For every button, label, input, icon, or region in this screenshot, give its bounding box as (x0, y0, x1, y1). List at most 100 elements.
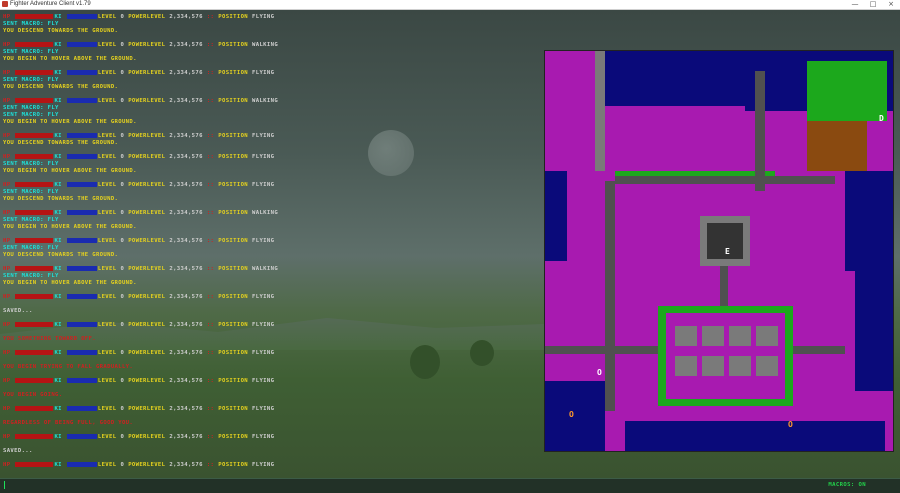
level-label: LEVEL (97, 378, 117, 384)
powerlevel-value: 2,334,576 (169, 238, 203, 244)
log-spacer (3, 301, 538, 308)
macros-status: MACROS: ON (828, 482, 866, 488)
level-label: LEVEL (97, 462, 117, 468)
separator: :: (206, 70, 215, 76)
map-house (702, 356, 724, 376)
ki-label: KI (54, 294, 62, 300)
level-value: 0 (120, 434, 125, 440)
position-label: POSITION (218, 70, 249, 76)
hp-label: HP (3, 182, 11, 188)
map-water (545, 381, 605, 451)
ki-label: KI (54, 182, 62, 188)
powerlevel-value: 2,334,576 (169, 462, 203, 468)
ki-label: KI (54, 133, 62, 139)
separator: :: (206, 98, 215, 104)
log-stat-line: HP KI LEVEL 0 POWERLEVEL 2,334,576:: POSITION F… (3, 406, 538, 413)
position-value: FLYING (252, 406, 275, 412)
powerlevel-value: 2,334,576 (169, 266, 203, 272)
powerlevel-value: 2,334,576 (169, 210, 203, 216)
level-value: 0 (120, 294, 125, 300)
ki-label: KI (54, 154, 62, 160)
separator: :: (206, 182, 215, 188)
log-spacer (3, 329, 538, 336)
map-water (845, 171, 893, 271)
log-message: YOU DESCEND TOWARDS THE GROUND. (3, 84, 119, 90)
log-spacer (3, 63, 538, 70)
log-stat-line: HP KI LEVEL 0 POWERLEVEL 2,334,576:: POSITION F… (3, 350, 538, 357)
level-label: LEVEL (97, 182, 117, 188)
maximize-button[interactable]: □ (864, 0, 882, 9)
level-value: 0 (120, 322, 125, 328)
log-spacer (3, 371, 538, 378)
map-water (545, 171, 567, 261)
hp-bar (15, 210, 54, 215)
level-label: LEVEL (97, 434, 117, 440)
ki-bar (66, 350, 97, 355)
level-label: LEVEL (97, 294, 117, 300)
hp-label: HP (3, 434, 11, 440)
map-water (855, 271, 893, 391)
separator: :: (206, 406, 215, 412)
separator: :: (206, 434, 215, 440)
log-stat-line: HP KI LEVEL 0 POWERLEVEL 2,334,576:: POSITION F… (3, 378, 538, 385)
hp-bar (15, 70, 54, 75)
separator: :: (206, 154, 215, 160)
log-message: SAVED... (3, 448, 33, 454)
position-label: POSITION (218, 322, 249, 328)
separator: :: (206, 14, 215, 20)
app-icon (2, 1, 8, 7)
log-spacer (3, 175, 538, 182)
ki-label: KI (54, 210, 62, 216)
log-message: YOU BEGIN TO HOVER ABOVE THE GROUND. (3, 168, 137, 174)
hp-label: HP (3, 70, 11, 76)
ki-bar (66, 42, 97, 47)
level-label: LEVEL (97, 70, 117, 76)
close-button[interactable]: × (882, 0, 900, 9)
command-bar[interactable]: MACROS: ON (0, 478, 900, 493)
separator: :: (206, 378, 215, 384)
log-spacer (3, 231, 538, 238)
powerlevel-label: POWERLEVEL (128, 70, 166, 76)
powerlevel-label: POWERLEVEL (128, 462, 166, 468)
minimize-button[interactable]: — (846, 0, 864, 9)
hp-label: HP (3, 98, 11, 104)
map-road (605, 181, 615, 411)
ki-bar (66, 154, 97, 159)
log-spacer (3, 427, 538, 434)
position-value: FLYING (252, 70, 275, 76)
powerlevel-label: POWERLEVEL (128, 322, 166, 328)
log-message: YOU BEGIN GOING. (3, 392, 63, 398)
ki-bar (66, 266, 97, 271)
level-value: 0 (120, 154, 125, 160)
hp-label: HP (3, 294, 11, 300)
position-label: POSITION (218, 406, 249, 412)
hp-bar (15, 266, 54, 271)
ki-bar (66, 434, 97, 439)
hp-label: HP (3, 462, 11, 468)
position-label: POSITION (218, 266, 249, 272)
map-house (675, 326, 697, 346)
powerlevel-value: 2,334,576 (169, 406, 203, 412)
level-value: 0 (120, 14, 125, 20)
map-marker: O (788, 420, 793, 429)
log-stat-line: HP KI LEVEL 0 POWERLEVEL 2,334,576:: POSITION F… (3, 70, 538, 77)
world-map[interactable]: D E O O O (544, 50, 894, 452)
powerlevel-label: POWERLEVEL (128, 294, 166, 300)
powerlevel-label: POWERLEVEL (128, 42, 166, 48)
map-water (605, 51, 755, 106)
log-message: YOU BEGIN TRYING TO FALL GRADUALLY. (3, 364, 134, 370)
powerlevel-value: 2,334,576 (169, 133, 203, 139)
chat-log: HP KI LEVEL 0 POWERLEVEL 2,334,576:: POSITION F… (3, 14, 538, 469)
ki-bar (66, 294, 97, 299)
map-forest (807, 121, 867, 171)
map-forest (807, 61, 887, 121)
log-message: SENT MACRO: FLY (3, 245, 59, 251)
ki-label: KI (54, 238, 62, 244)
ki-label: KI (54, 266, 62, 272)
hp-bar (15, 42, 54, 47)
hp-bar (15, 462, 54, 467)
level-label: LEVEL (97, 42, 117, 48)
hp-label: HP (3, 238, 11, 244)
log-message: SENT MACRO: FLY (3, 189, 59, 195)
hp-label: HP (3, 14, 11, 20)
